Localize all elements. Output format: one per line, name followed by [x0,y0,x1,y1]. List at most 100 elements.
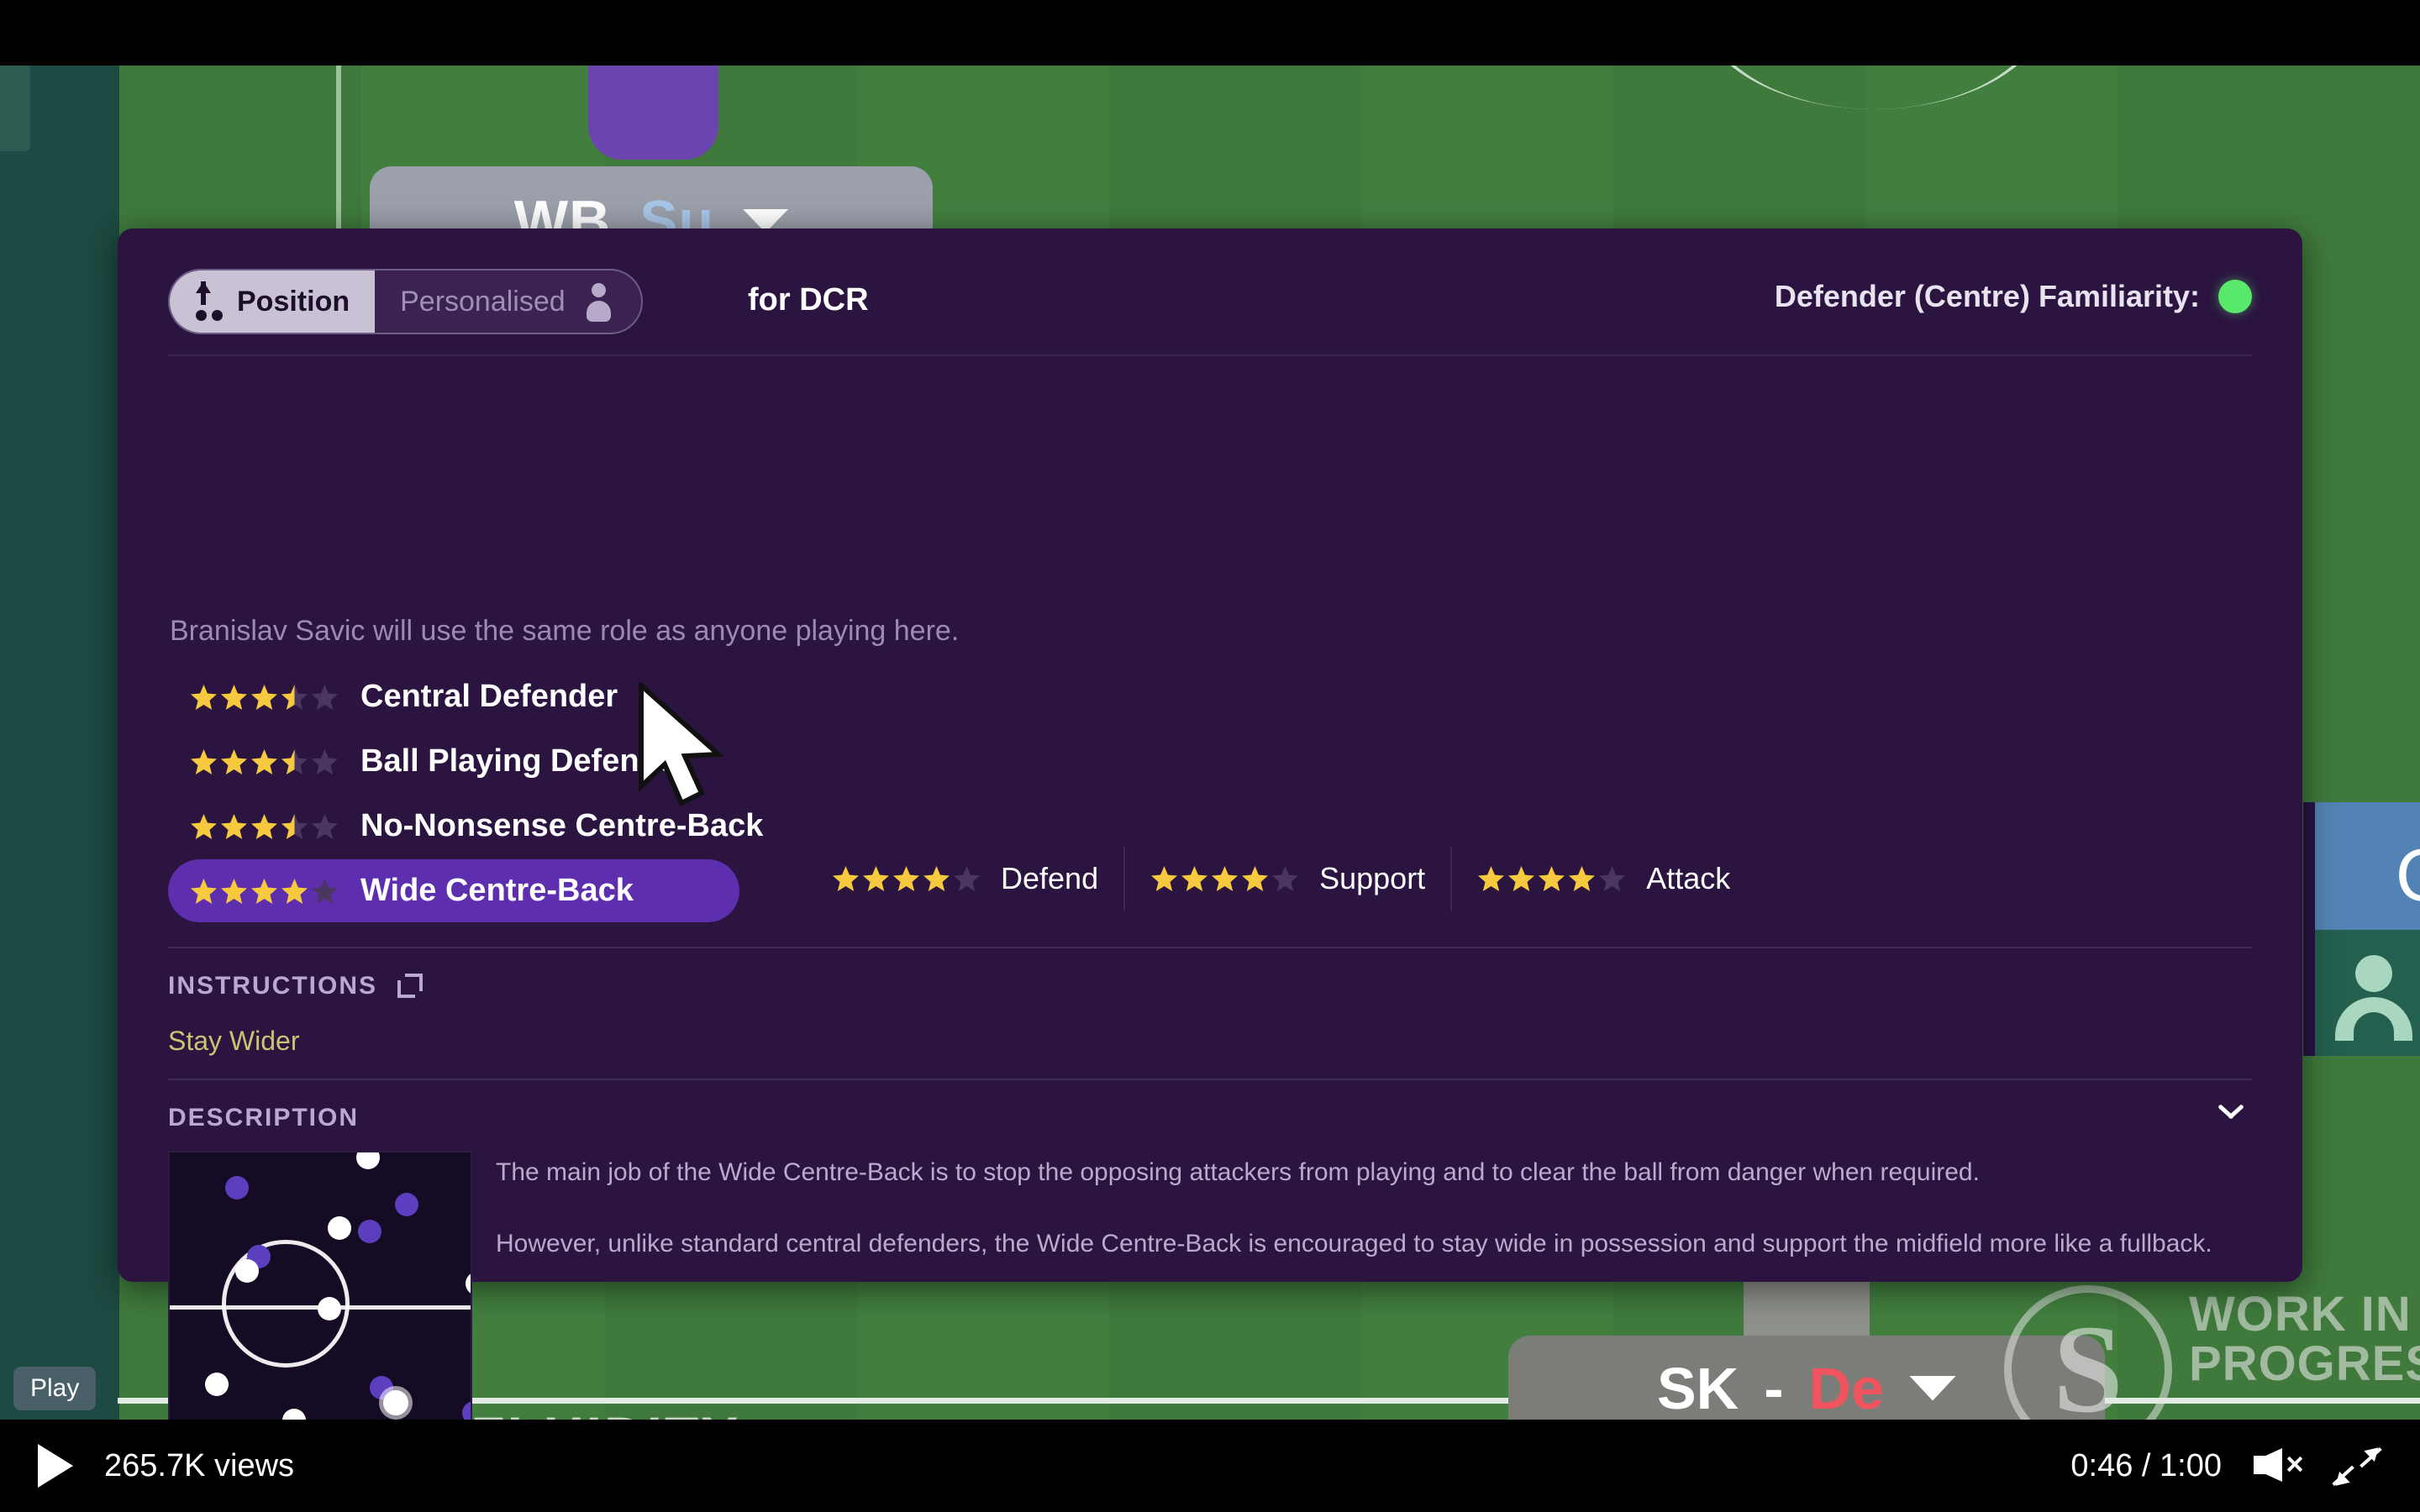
letterbox-top [0,0,2420,66]
star-full [190,748,218,775]
star-full [1507,865,1535,892]
star-full [190,684,218,711]
right-panel-glyph: O [2396,832,2420,918]
chevron-down-icon[interactable] [2213,1104,2247,1128]
star-half [281,748,308,775]
role-name: Central Defender [360,679,618,714]
star-empty [311,748,339,775]
person-icon [2330,950,2417,1046]
player-right-controls: 0:46 / 1:00 [2070,1441,2384,1492]
role-row[interactable]: Wide Centre-Back [168,859,739,922]
play-button[interactable] [18,1432,86,1499]
duty-button-attack[interactable]: Attack [1452,847,1755,911]
duty-label: Attack [1646,861,1731,895]
role-inherit-note: Branislav Savic will use the same role a… [170,615,960,647]
video-frame: WB Su SK - De S WORK IN PROGRESS TEAM FL… [0,0,2420,1512]
diagram-dot-own [328,1216,351,1240]
panel-edge-accent [2303,802,2315,1056]
description-section: DESCRIPTION The main job of the Wide Cen… [168,1104,2252,1453]
toggle-option-position[interactable]: Position [170,270,376,333]
star-rating [190,748,339,775]
mute-icon[interactable] [2252,1446,2303,1485]
diagram-dot-own [466,1272,471,1295]
star-rating [1477,865,1626,892]
person-icon [584,281,613,322]
role-name: Wide Centre-Back [360,873,634,908]
description-title: DESCRIPTION [168,1104,360,1131]
description-paragraph-1: The main job of the Wide Centre-Back is … [496,1158,1980,1186]
star-empty [1271,865,1299,892]
star-full [281,878,308,905]
toggle-personalised-label: Personalised [400,285,566,318]
instructions-title: INSTRUCTIONS [168,972,377,1000]
diagram-dot-selected [383,1390,408,1415]
minimize-icon[interactable] [2330,1441,2384,1492]
position-icon [192,281,224,322]
view-count: 265.7K views [104,1447,295,1483]
star-empty [311,878,339,905]
duty-label: Support [1319,861,1426,895]
instructions-section: INSTRUCTIONS Stay Wider [168,972,423,1057]
section-divider-instructions [168,947,2252,948]
star-full [220,813,248,840]
star-full [190,813,218,840]
duty-button-defend[interactable]: Defend [807,847,1126,911]
pitch-left-shadow [0,0,119,1466]
right-panel-green[interactable] [2315,930,2420,1056]
instruction-item: Stay Wider [168,1026,300,1056]
star-rating [190,813,339,840]
star-rating [190,684,339,711]
duty-button-support[interactable]: Support [1125,847,1453,911]
star-full [1241,865,1269,892]
role-pitch-diagram [168,1151,472,1453]
right-panel-blue[interactable]: O [2315,802,2420,930]
diagram-dot-own [205,1373,229,1396]
diagram-dot-opponent [358,1220,381,1243]
star-empty [953,865,981,892]
expand-icon[interactable] [397,974,423,999]
diagram-dot-own [318,1297,341,1320]
play-tooltip: Play [13,1367,97,1410]
star-full [1211,865,1239,892]
mouse-cursor [634,680,735,821]
star-full [1181,865,1208,892]
star-rating [190,878,339,905]
toggle-position-label: Position [237,285,350,318]
section-divider-description [168,1079,2252,1080]
familiarity-indicator: Defender (Centre) Familiarity: [1775,279,2252,314]
pitch-left-marker [0,50,30,151]
diagram-dot-opponent [225,1176,249,1200]
star-empty [311,813,339,840]
star-full [862,865,890,892]
star-half [281,684,308,711]
star-rating [1150,865,1299,892]
panel-header: Position Personalised for DCR Defender (… [168,264,2252,341]
diagram-dot-own [356,1152,380,1169]
star-full [220,878,248,905]
star-full [832,865,860,892]
star-empty [311,684,339,711]
star-full [892,865,920,892]
star-full [923,865,950,892]
familiarity-label: Defender (Centre) Familiarity: [1774,279,2200,313]
star-full [190,878,218,905]
star-full [1150,865,1178,892]
star-full [1538,865,1565,892]
role-selection-panel: Position Personalised for DCR Defender (… [118,228,2302,1453]
time-display: 0:46 / 1:00 [2070,1447,2222,1483]
for-position-label: for DCR [748,282,869,318]
position-personalised-toggle[interactable]: Position Personalised [168,269,643,334]
video-player-controls: 265.7K views 0:46 / 1:00 [0,1420,2420,1512]
diagram-dot-opponent [395,1193,418,1216]
familiarity-status-dot [2218,280,2252,313]
star-full [1568,865,1596,892]
star-full [250,748,278,775]
description-paragraph-2: However, unlike standard central defende… [496,1229,2212,1257]
header-divider [168,354,2252,356]
description-header: DESCRIPTION [168,1104,2252,1132]
star-full [220,748,248,775]
star-empty [1598,865,1626,892]
duty-button-group: Defend Support Attack [807,847,1755,911]
star-full [1477,865,1505,892]
toggle-option-personalised[interactable]: Personalised [375,270,641,333]
